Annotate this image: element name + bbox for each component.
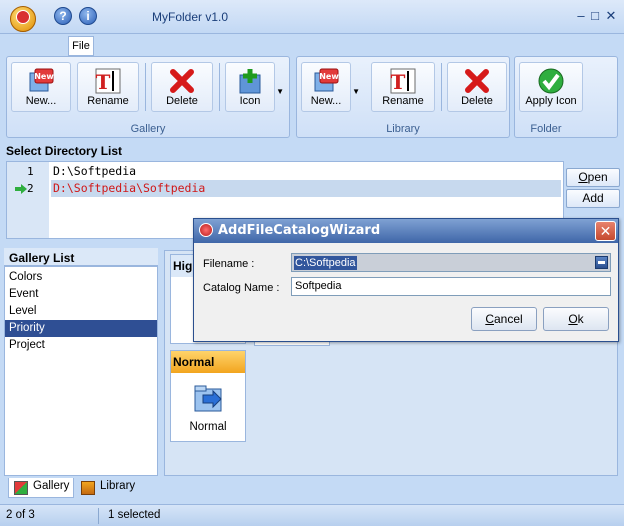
status-divider <box>98 508 99 524</box>
tab-library[interactable]: Library <box>76 478 139 498</box>
ribbon-group-gallery: New New... T Rename Delete Icon ▼ Galler… <box>6 56 290 138</box>
card-header: Normal <box>171 351 245 373</box>
line-number: 1 <box>27 165 34 178</box>
ribbon-separator <box>219 63 220 111</box>
ok-button[interactable]: Ok <box>543 307 609 331</box>
add-file-catalog-dialog: AddFileCatalogWizard ✕ Filename : C:\Sof… <box>193 218 619 342</box>
title-bar: ? i MyFolder v1.0 – □ ✕ <box>0 0 624 34</box>
filename-label: Filename : <box>203 258 255 270</box>
line-number: 2 <box>27 182 34 195</box>
dialog-app-icon <box>199 223 213 237</box>
directory-row-selected[interactable]: D:\Softpedia\Softpedia <box>51 180 561 197</box>
chevron-down-icon[interactable]: ▼ <box>276 87 284 96</box>
ribbon-group-label: Gallery <box>130 123 166 135</box>
ribbon-group-label: Library <box>386 123 420 135</box>
arrow-right-icon <box>15 184 27 194</box>
bottom-tab-bar: Gallery Library <box>4 476 618 500</box>
gallery-new-button[interactable]: New New... <box>11 62 71 112</box>
library-delete-button[interactable]: Delete <box>447 62 507 112</box>
browse-folder-icon[interactable] <box>595 256 608 269</box>
filename-field[interactable]: C:\Softpedia <box>291 253 611 272</box>
list-item-selected[interactable]: Priority <box>5 320 157 337</box>
catalog-name-label: Catalog Name : <box>203 282 280 294</box>
checkmark-icon <box>538 68 564 94</box>
card-label: Normal <box>189 421 227 433</box>
status-position: 2 of 3 <box>6 509 35 521</box>
minimize-icon[interactable]: – <box>574 9 588 23</box>
status-selection: 1 selected <box>108 509 161 521</box>
maximize-icon[interactable]: □ <box>588 9 602 23</box>
apply-icon-button[interactable]: Apply Icon <box>519 62 583 112</box>
ribbon-group-label: Folder <box>530 123 562 135</box>
rename-icon: T <box>390 68 416 94</box>
ribbon-group-folder: Apply Icon Folder <box>514 56 618 138</box>
open-button[interactable]: Open <box>566 168 620 187</box>
library-icon <box>81 481 95 495</box>
new-icon: New <box>29 68 54 92</box>
status-bar: 2 of 3 1 selected <box>0 504 624 526</box>
list-item[interactable]: Project <box>5 337 157 354</box>
dialog-title: AddFileCatalogWizard <box>194 219 618 243</box>
directory-list-header: Select Directory List <box>0 141 624 159</box>
library-rename-button[interactable]: T Rename <box>371 62 435 112</box>
ribbon-separator <box>441 63 442 111</box>
delete-icon <box>465 69 489 93</box>
window-title: MyFolder v1.0 <box>152 10 229 24</box>
gallery-delete-button[interactable]: Delete <box>151 62 213 112</box>
add-button[interactable]: Add <box>566 189 620 208</box>
new-icon: New <box>314 68 339 92</box>
library-new-button[interactable]: New New... ▼ <box>301 62 360 112</box>
cancel-button[interactable]: Cancel <box>471 307 537 331</box>
rename-icon: T <box>95 68 121 94</box>
app-logo-icon[interactable] <box>10 6 36 32</box>
svg-text:T: T <box>391 70 406 94</box>
svg-text:New: New <box>319 72 339 81</box>
filename-value: C:\Softpedia <box>294 256 357 270</box>
add-icon <box>239 69 261 94</box>
catalog-name-field[interactable]: Softpedia <box>291 277 611 296</box>
gallery-icon <box>14 481 28 495</box>
ribbon-group-library: New New... ▼ T Rename Delete Library <box>296 56 510 138</box>
info-icon[interactable]: i <box>79 7 97 25</box>
gallery-list: Colors Event Level Priority Project <box>4 266 158 476</box>
directory-row[interactable]: D:\Softpedia <box>51 163 561 180</box>
priority-card-normal[interactable]: Normal Normal <box>170 350 246 442</box>
list-item[interactable]: Event <box>5 286 157 303</box>
list-item[interactable]: Colors <box>5 269 157 286</box>
dialog-close-button[interactable]: ✕ <box>595 221 616 241</box>
svg-text:T: T <box>96 70 111 94</box>
help-icon[interactable]: ? <box>54 7 72 25</box>
folder-icon <box>194 385 222 412</box>
gallery-rename-button[interactable]: T Rename <box>77 62 139 112</box>
close-icon[interactable]: ✕ <box>604 9 618 23</box>
tab-gallery[interactable]: Gallery <box>8 478 75 498</box>
file-menu-tab[interactable]: File <box>68 36 94 56</box>
svg-text:New: New <box>34 72 54 81</box>
delete-icon <box>170 69 194 93</box>
chevron-down-icon[interactable]: ▼ <box>352 87 360 96</box>
list-item[interactable]: Level <box>5 303 157 320</box>
ribbon: New New... T Rename Delete Icon ▼ Galler… <box>6 56 618 138</box>
gallery-icon-button[interactable]: Icon ▼ <box>225 62 284 112</box>
ribbon-separator <box>145 63 146 111</box>
gallery-list-header: Gallery List <box>4 248 158 266</box>
